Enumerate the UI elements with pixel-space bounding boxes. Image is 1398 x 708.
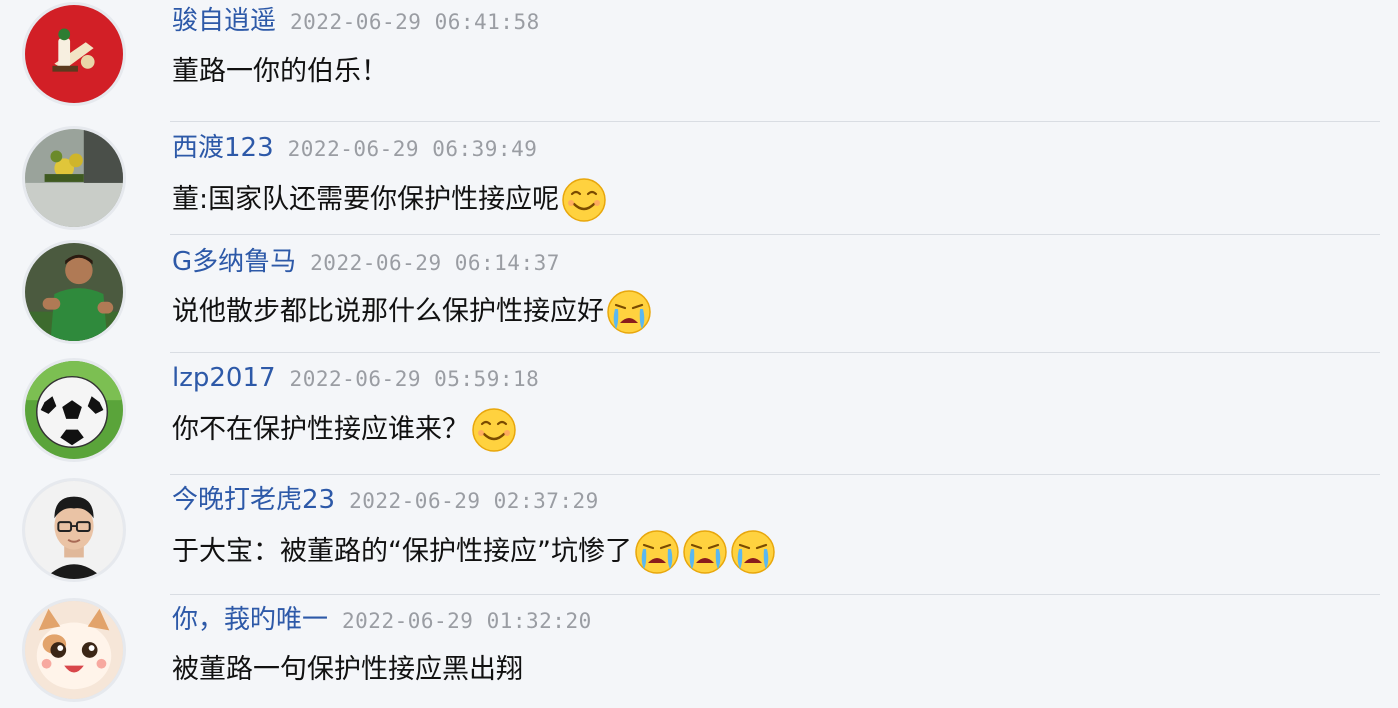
crying-emoji-icon xyxy=(682,529,728,575)
comment-list: 骏自逍遥 2022-06-29 06:41:58 董路一你的伯乐！ 西渡123 20… xyxy=(0,0,1398,708)
comment-timestamp: 2022-06-29 02:37:29 xyxy=(349,489,599,513)
comment-timestamp: 2022-06-29 01:32:20 xyxy=(342,609,592,633)
comment-meta: G多纳鲁马 2022-06-29 06:14:37 xyxy=(172,245,560,279)
comment-item: 今晚打老虎23 2022-06-29 02:37:29 于大宝：被董路的“保护性接… xyxy=(0,474,1398,595)
yellow-flower-photo-avatar[interactable] xyxy=(22,126,126,230)
comment-item: 骏自逍遥 2022-06-29 06:41:58 董路一你的伯乐！ xyxy=(0,0,1398,122)
smirk-emoji-icon xyxy=(561,177,607,223)
man-with-glasses-avatar[interactable] xyxy=(22,478,126,582)
crying-emoji-icon xyxy=(730,529,776,575)
comment-meta: 今晚打老虎23 2022-06-29 02:37:29 xyxy=(172,483,599,517)
comment-meta: lzp2017 2022-06-29 05:59:18 xyxy=(172,361,539,395)
comment-text: 你不在保护性接应谁来？ xyxy=(172,404,517,456)
comment-body: 说他散步都比说那什么保护性接应好 xyxy=(172,296,604,327)
goalkeeper-photo-avatar[interactable] xyxy=(22,240,126,344)
comment-item: G多纳鲁马 2022-06-29 06:14:37 说他散步都比说那什么保护性接应… xyxy=(0,234,1398,353)
cartoon-cat-avatar[interactable] xyxy=(22,598,126,702)
comment-text: 于大宝：被董路的“保护性接应”坑惨了 xyxy=(172,526,776,578)
comment-body: 被董路一句保护性接应黑出翔 xyxy=(172,654,523,685)
username-link[interactable]: 西渡123 xyxy=(172,133,274,163)
comment-text: 被董路一句保护性接应黑出翔 xyxy=(172,644,523,696)
username-link[interactable]: G多纳鲁马 xyxy=(172,247,296,277)
comment-text: 说他散步都比说那什么保护性接应好 xyxy=(172,286,652,338)
comment-body: 你不在保护性接应谁来？ xyxy=(172,414,469,445)
crying-emoji-icon xyxy=(634,529,680,575)
comment-timestamp: 2022-06-29 06:41:58 xyxy=(290,10,540,34)
comment-meta: 你，莪旳唯一 2022-06-29 01:32:20 xyxy=(172,603,592,637)
comment-timestamp: 2022-06-29 05:59:18 xyxy=(289,367,540,391)
username-link[interactable]: lzp2017 xyxy=(172,363,276,393)
crying-emoji-icon xyxy=(606,289,652,335)
username-link[interactable]: 今晚打老虎23 xyxy=(172,485,335,515)
comment-timestamp: 2022-06-29 06:14:37 xyxy=(310,251,560,275)
comment-text: 董路一你的伯乐！ xyxy=(172,46,388,98)
username-link[interactable]: 骏自逍遥 xyxy=(172,6,276,36)
username-link[interactable]: 你，莪旳唯一 xyxy=(172,605,328,635)
soccer-ball-avatar[interactable] xyxy=(22,358,126,462)
smirk-emoji-icon xyxy=(471,407,517,453)
comment-body: 于大宝：被董路的“保护性接应”坑惨了 xyxy=(172,536,632,567)
comment-meta: 骏自逍遥 2022-06-29 06:41:58 xyxy=(172,4,540,38)
comment-item: 西渡123 2022-06-29 06:39:49 董:国家队还需要你保护性接应呢 xyxy=(0,122,1398,235)
comment-meta: 西渡123 2022-06-29 06:39:49 xyxy=(172,131,537,165)
comment-item: lzp2017 2022-06-29 05:59:18 你不在保护性接应谁来？ xyxy=(0,352,1398,475)
comment-timestamp: 2022-06-29 06:39:49 xyxy=(287,137,538,161)
comment-body: 董路一你的伯乐！ xyxy=(172,56,388,87)
comment-text: 董:国家队还需要你保护性接应呢 xyxy=(172,174,607,226)
red-club-crest-avatar[interactable] xyxy=(22,2,126,106)
comment-body: 董:国家队还需要你保护性接应呢 xyxy=(172,184,560,215)
comment-item: 你，莪旳唯一 2022-06-29 01:32:20 被董路一句保护性接应黑出翔 xyxy=(0,594,1398,708)
